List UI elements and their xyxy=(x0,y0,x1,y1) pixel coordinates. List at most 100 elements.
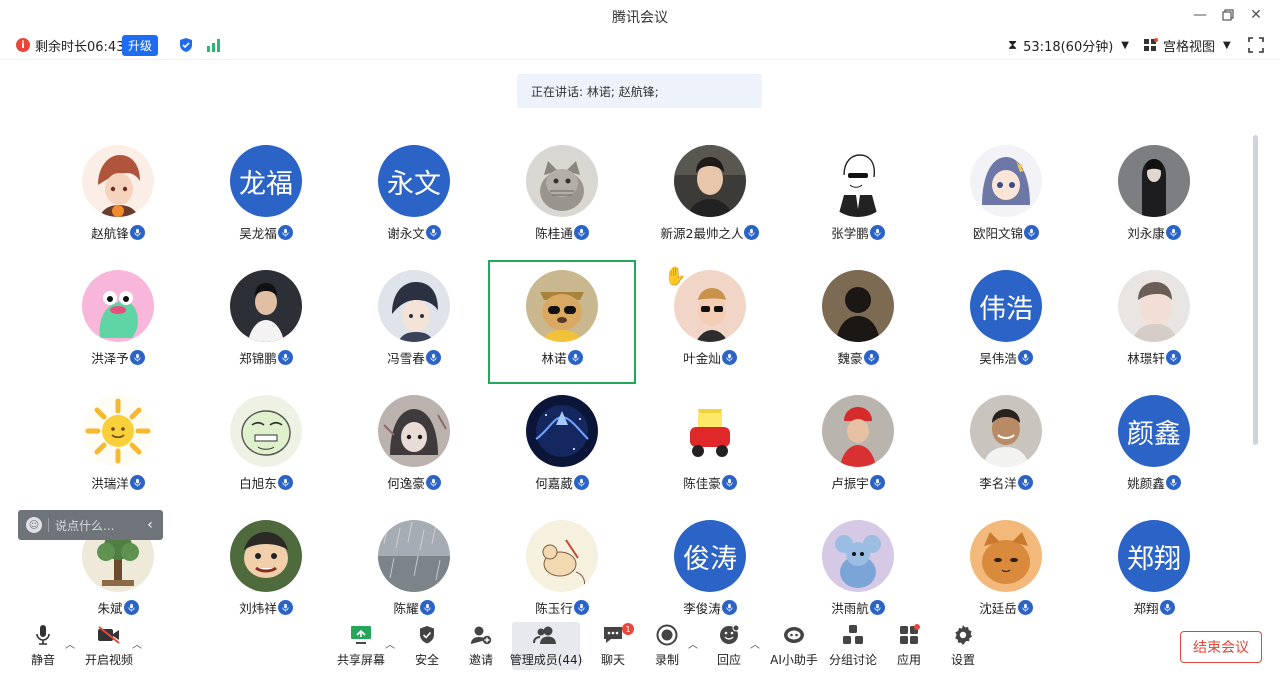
grid-scrollbar[interactable] xyxy=(1253,135,1258,445)
participant-name: 白旭东 xyxy=(239,475,277,491)
mute-button[interactable]: 静音 xyxy=(28,622,58,670)
participant-tile[interactable]: 陈耀 xyxy=(340,510,488,634)
reaction-options-caret[interactable]: ︿ xyxy=(750,636,762,651)
alert-icon: i xyxy=(16,38,30,52)
chat-label: 聊天 xyxy=(600,653,625,667)
end-meeting-button[interactable]: 结束会议 xyxy=(1180,631,1262,663)
view-label: 宫格视图 xyxy=(1163,39,1216,55)
participant-name: 李俊涛 xyxy=(683,600,721,616)
record-button[interactable]: 录制 xyxy=(652,622,682,670)
participant-name-row: 朱斌 xyxy=(44,598,192,616)
participant-name-row: 谢永文 xyxy=(340,223,488,241)
avatar xyxy=(674,145,746,217)
participant-tile[interactable]: 冯雪春 xyxy=(340,260,488,384)
participant-name: 林璟轩 xyxy=(1127,350,1165,366)
participant-tile[interactable]: 郑翔 郑翔 xyxy=(1080,510,1228,634)
record-options-caret[interactable]: ︿ xyxy=(688,636,700,651)
participant-name: 谢永文 xyxy=(387,225,425,241)
participant-tile[interactable]: 沈廷岳 xyxy=(932,510,1080,634)
share-screen-icon xyxy=(350,622,372,648)
participant-tile[interactable]: ✋ 叶金灿 xyxy=(636,260,784,384)
participant-tile[interactable]: 何嘉葳 xyxy=(488,385,636,509)
participant-tile[interactable]: 何逸豪 xyxy=(340,385,488,509)
emoji-icon[interactable]: ☺ xyxy=(26,517,42,533)
upgrade-button[interactable]: 升级 xyxy=(122,34,159,56)
participant-name: 张学鹏 xyxy=(831,225,869,241)
participant-tile[interactable]: 白旭东 xyxy=(192,385,340,509)
participant-tile[interactable]: 新源2最帅之人 xyxy=(636,135,784,259)
avatar-initials: 永文 xyxy=(378,145,450,217)
participant-tile[interactable]: 俊涛 李俊涛 xyxy=(636,510,784,634)
signal-icon[interactable] xyxy=(206,35,222,55)
participant-name-row: 姚颜鑫 xyxy=(1080,473,1228,491)
participant-tile[interactable]: 刘炜祥 xyxy=(192,510,340,634)
breakout-icon xyxy=(842,622,864,648)
minimize-icon[interactable]: — xyxy=(1190,5,1210,25)
participant-name: 吴伟浩 xyxy=(979,350,1017,366)
collapse-icon[interactable]: ‹ xyxy=(137,517,163,533)
microphone-icon xyxy=(277,349,293,365)
record-icon xyxy=(656,622,678,648)
chat-input-box[interactable]: ☺ 说点什么... ‹ xyxy=(18,510,163,540)
members-label: 管理成员(44) xyxy=(509,653,583,667)
microphone-icon xyxy=(1017,599,1033,615)
apps-label: 应用 xyxy=(896,653,921,667)
mute-label: 静音 xyxy=(30,653,55,667)
microphone-icon xyxy=(1017,474,1033,490)
shield-icon[interactable] xyxy=(178,35,194,55)
invite-button[interactable]: 邀请 xyxy=(466,622,496,670)
view-switch[interactable]: 宫格视图 ▼ xyxy=(1143,35,1231,55)
participant-tile[interactable]: 张学鹏 xyxy=(784,135,932,259)
meeting-timer[interactable]: ⧗ 53:18(60分钟) ▼ xyxy=(1008,35,1129,55)
microphone-icon xyxy=(1024,224,1039,240)
video-button[interactable]: 开启视频 xyxy=(84,622,134,670)
participant-name-row: 陈桂通 xyxy=(488,223,636,241)
participant-name: 刘永康 xyxy=(1127,225,1165,241)
mute-options-caret[interactable]: ︿ xyxy=(65,636,77,651)
participant-tile[interactable]: 林璟轩 xyxy=(1080,260,1228,384)
breakout-button[interactable]: 分组讨论 xyxy=(829,622,877,670)
settings-button[interactable]: 设置 xyxy=(948,622,978,670)
participant-tile[interactable]: 洪雨航 xyxy=(784,510,932,634)
participant-tile[interactable]: 陈玉行 xyxy=(488,510,636,634)
apps-button[interactable]: 应用 xyxy=(894,622,924,670)
participant-tile[interactable]: 刘永康 xyxy=(1080,135,1228,259)
chat-bubble-icon: 1 xyxy=(602,622,634,648)
participant-tile[interactable]: 伟浩 吴伟浩 xyxy=(932,260,1080,384)
participant-tile[interactable]: 洪瑞洋 xyxy=(44,385,192,509)
participant-name: 叶金灿 xyxy=(683,350,721,366)
ai-assistant-button[interactable]: AI小助手 xyxy=(770,622,818,670)
participant-tile[interactable]: 李名洋 xyxy=(932,385,1080,509)
participant-tile[interactable]: 魏豪 xyxy=(784,260,932,384)
participant-name-row: 吴伟浩 xyxy=(932,348,1080,366)
chevron-down-icon: ▼ xyxy=(1121,39,1129,51)
ai-label: AI小助手 xyxy=(770,653,818,667)
share-screen-button[interactable]: 共享屏幕 xyxy=(336,622,386,670)
participant-tile[interactable]: 赵航锋 xyxy=(44,135,192,259)
gear-icon xyxy=(952,622,974,648)
participant-tile[interactable]: 卢振宇 xyxy=(784,385,932,509)
share-options-caret[interactable]: ︿ xyxy=(385,636,397,651)
participant-tile[interactable]: 陈佳豪 xyxy=(636,385,784,509)
participant-name: 洪雨航 xyxy=(831,600,869,616)
reaction-button[interactable]: 回应 xyxy=(714,622,744,670)
restore-icon[interactable] xyxy=(1218,5,1238,25)
chat-button[interactable]: 1 聊天 xyxy=(598,622,634,670)
participant-tile[interactable]: 龙福 吴龙福 xyxy=(192,135,340,259)
fullscreen-icon[interactable] xyxy=(1248,35,1264,55)
participant-tile[interactable]: 永文谢永文 xyxy=(340,135,488,259)
participant-tile[interactable]: 郑锦鹏 xyxy=(192,260,340,384)
security-button[interactable]: 安全 xyxy=(412,622,442,670)
manage-members-button[interactable]: 管理成员(44) xyxy=(509,622,583,670)
record-label: 录制 xyxy=(654,653,679,667)
participant-name-row: 刘永康 xyxy=(1080,223,1228,241)
participant-tile[interactable]: 陈桂通 xyxy=(488,135,636,259)
close-icon[interactable]: ✕ xyxy=(1246,5,1266,25)
participant-tile[interactable]: 欧阳文锦 xyxy=(932,135,1080,259)
participant-tile[interactable]: 洪泽予 xyxy=(44,260,192,384)
chat-placeholder[interactable]: 说点什么... xyxy=(55,517,137,534)
participant-tile[interactable]: 林诺 xyxy=(488,260,636,384)
participant-tile[interactable]: 颜鑫 姚颜鑫 xyxy=(1080,385,1228,509)
avatar xyxy=(230,270,302,342)
video-options-caret[interactable]: ︿ xyxy=(132,636,144,651)
